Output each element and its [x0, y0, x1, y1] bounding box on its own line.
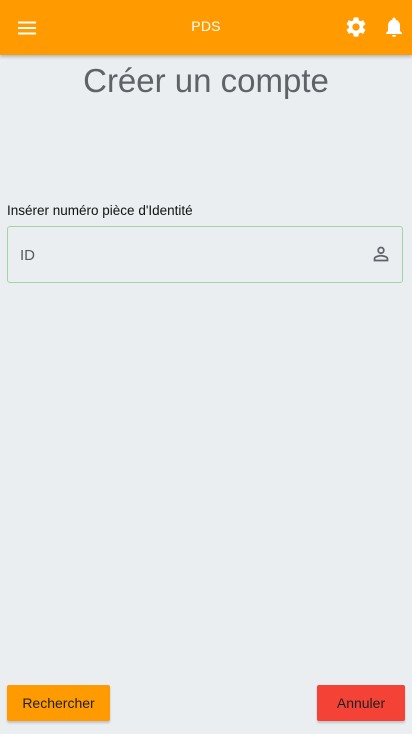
- app-bar: PDS: [0, 0, 412, 55]
- id-field-label: Insérer numéro pièce d'Identité: [7, 203, 193, 218]
- id-field-container[interactable]: [7, 226, 403, 284]
- bell-icon[interactable]: [382, 15, 406, 39]
- menu-icon[interactable]: [15, 16, 39, 40]
- search-button[interactable]: Rechercher: [7, 685, 110, 721]
- cancel-button[interactable]: Annuler: [317, 685, 405, 721]
- person-icon: [370, 243, 392, 265]
- page-title: Créer un compte: [83, 62, 329, 99]
- gear-icon[interactable]: [344, 15, 368, 39]
- id-input[interactable]: [18, 227, 362, 284]
